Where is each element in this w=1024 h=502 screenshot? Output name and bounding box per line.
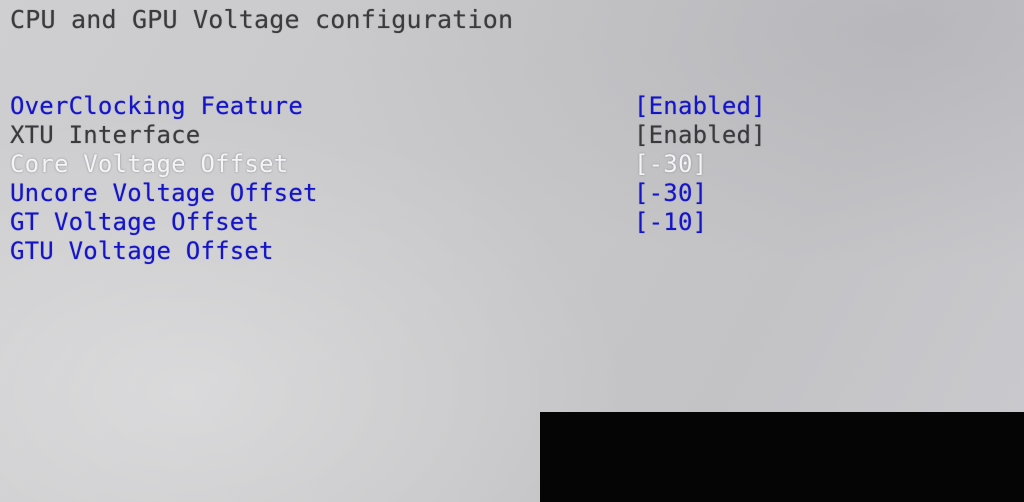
setting-label: GTU Voltage Offset (10, 237, 274, 265)
setting-value[interactable]: [Enabled] (634, 121, 766, 150)
setting-label: XTU Interface (10, 121, 201, 149)
bios-setup-screen: CPU and GPU Voltage configuration OverCl… (0, 0, 1024, 502)
setting-value[interactable]: [Enabled] (634, 92, 766, 121)
setting-row[interactable]: Uncore Voltage Offset [-30] (0, 179, 1024, 208)
setting-row[interactable]: Core Voltage Offset [-30] (0, 150, 1024, 179)
setting-label: GT Voltage Offset (10, 208, 260, 236)
settings-list: OverClocking Feature [Enabled] XTU Interfa… (0, 92, 1024, 266)
setting-label: OverClocking Feature (10, 92, 303, 120)
setting-row[interactable]: XTU Interface [Enabled] (0, 121, 1024, 150)
setting-label: Uncore Voltage Offset (10, 179, 318, 207)
setting-value[interactable]: [-30] (634, 150, 707, 179)
setting-label: Core Voltage Offset (10, 150, 289, 178)
setting-value[interactable]: [-30] (634, 179, 707, 208)
page-title: CPU and GPU Voltage configuration (10, 5, 514, 34)
setting-row[interactable]: GTU Voltage Offset (0, 237, 1024, 266)
setting-row[interactable]: OverClocking Feature [Enabled] (0, 92, 1024, 121)
dialog-drop-shadow (540, 412, 1024, 502)
setting-row[interactable]: GT Voltage Offset [-10] (0, 208, 1024, 237)
setting-value[interactable]: [-10] (634, 208, 707, 237)
